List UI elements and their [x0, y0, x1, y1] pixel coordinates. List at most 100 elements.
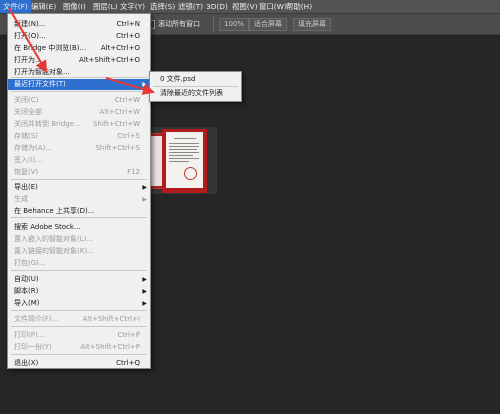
menu-item-label: 关闭并转到 Bridge... — [14, 120, 81, 128]
file-menu-item-21[interactable]: 脚本(R) ▶ — [8, 286, 150, 297]
menu-item-shortcut: Ctrl+P — [117, 331, 140, 339]
file-menu-item-14[interactable]: 生成 ▶ — [8, 194, 150, 205]
fit-screen-button[interactable]: 适合屏幕 — [249, 18, 287, 31]
file-menu-item-16[interactable]: 搜索 Adobe Stock... — [8, 222, 150, 233]
file-menu-item-1[interactable]: 打开(O)... Ctrl+O — [8, 31, 150, 42]
menu-separator — [11, 326, 147, 327]
menu-item-shortcut: Ctrl+W — [114, 96, 140, 104]
menu-item-label: 退出(X) — [14, 359, 39, 367]
menu-item-label: 打包(G)... — [14, 259, 46, 267]
menu-separator — [11, 91, 147, 92]
recent-file-item[interactable]: 0 文件.psd — [150, 74, 241, 85]
zoom-100-button[interactable]: 100% — [219, 18, 250, 31]
submenu-arrow-icon: ▶ — [142, 184, 147, 191]
file-menu-item-19[interactable]: 打包(G)... — [8, 258, 150, 269]
file-menu: 新建(N)... Ctrl+N 打开(O)... Ctrl+O 在 Bridge 中浏览… — [7, 13, 151, 369]
menu-item-label: 导出(E) — [14, 183, 38, 191]
file-menu-item-22[interactable]: 导入(M) ▶ — [8, 298, 150, 309]
file-menu-item-25[interactable]: 打印一份(Y) Alt+Shift+Ctrl+P — [8, 342, 150, 353]
file-menu-item-10[interactable]: 存储为(A)... Shift+Ctrl+S — [8, 143, 150, 154]
submenu-arrow-icon: ▶ — [142, 288, 147, 295]
menu-item-shortcut: Ctrl+O — [116, 32, 140, 40]
menu-1[interactable]: 编辑(E) — [28, 0, 59, 13]
menu-separator — [11, 310, 147, 311]
menu-item-shortcut: Shift+Ctrl+W — [92, 120, 140, 128]
file-menu-item-4[interactable]: 打开为智能对象... — [8, 67, 150, 78]
menu-item-shortcut: F12 — [127, 168, 140, 176]
menu-item-shortcut: Alt+Shift+Ctrl+P — [80, 343, 140, 351]
menu-item-shortcut: Ctrl+Q — [116, 359, 140, 367]
submenu-arrow-icon: ▶ — [142, 196, 147, 203]
menu-item-label: 0 文件.psd — [160, 75, 196, 83]
menu-item-label: 最近打开文件(T) — [14, 80, 66, 88]
menu-item-label: 存储为(A)... — [14, 144, 52, 152]
recent-files-submenu: 0 文件.psd 清除最近的文件列表 — [149, 71, 242, 102]
menu-separator — [153, 86, 238, 87]
menu-5[interactable]: 选择(S) — [147, 0, 178, 13]
menu-item-label: 导入(M) — [14, 299, 40, 307]
menu-0[interactable]: 文件(F) — [0, 0, 31, 13]
menu-item-label: 恢复(V) — [14, 168, 39, 176]
menu-item-label: 打开为智能对象... — [14, 68, 70, 76]
menu-item-label: 新建(N)... — [14, 20, 46, 28]
document-image — [162, 129, 207, 193]
menu-item-label: 打开(O)... — [14, 32, 46, 40]
file-menu-item-11[interactable]: 签入(I)... — [8, 155, 150, 166]
red-stamp-icon — [184, 167, 197, 180]
menu-item-shortcut: Alt+Ctrl+W — [99, 108, 140, 116]
menu-separator — [11, 270, 147, 271]
menu-6[interactable]: 滤镜(T) — [175, 0, 206, 13]
menu-item-shortcut: Alt+Shift+Ctrl+I — [82, 315, 140, 323]
menu-item-label: 脚本(R) — [14, 287, 39, 295]
menu-item-label: 置入链接的智能对象(K)... — [14, 247, 94, 255]
file-menu-item-24[interactable]: 打印(P)... Ctrl+P — [8, 330, 150, 341]
file-menu-item-26[interactable]: 退出(X) Ctrl+Q — [8, 358, 150, 369]
scroll-all-windows-label: 滚动所有窗口 — [158, 20, 200, 28]
menu-item-label: 生成 — [14, 195, 28, 203]
file-menu-item-13[interactable]: 导出(E) ▶ — [8, 182, 150, 193]
file-menu-item-3[interactable]: 打开为... Alt+Shift+Ctrl+O — [8, 55, 150, 66]
submenu-arrow-icon: ▶ — [142, 300, 147, 307]
menu-item-shortcut: Shift+Ctrl+S — [95, 144, 140, 152]
file-menu-item-12[interactable]: 恢复(V) F12 — [8, 167, 150, 178]
file-menu-item-20[interactable]: 自动(U) ▶ — [8, 274, 150, 285]
menu-item-label: 置入嵌入的智能对象(L)... — [14, 235, 94, 243]
menu-separator — [11, 217, 147, 218]
menu-item-label: 存储(S) — [14, 132, 38, 140]
menu-4[interactable]: 文字(Y) — [117, 0, 148, 13]
menu-item-label: 自动(U) — [14, 275, 39, 283]
menu-item-label: 打印(P)... — [14, 331, 45, 339]
menu-item-label: 关闭全部 — [14, 108, 42, 116]
submenu-arrow-icon: ▶ — [142, 81, 147, 88]
file-menu-item-15[interactable]: 在 Behance 上共享(D)... — [8, 206, 150, 217]
fill-screen-button[interactable]: 填充屏幕 — [293, 18, 331, 31]
file-menu-item-18[interactable]: 置入链接的智能对象(K)... — [8, 246, 150, 257]
menu-item-shortcut: Ctrl+S — [117, 132, 140, 140]
menu-item-shortcut: Ctrl+N — [116, 20, 140, 28]
menu-item-label: 打印一份(Y) — [14, 343, 52, 351]
menu-item-label: 搜索 Adobe Stock... — [14, 223, 81, 231]
menu-item-label: 文件简介(F)... — [14, 315, 59, 323]
menu-item-label: 在 Behance 上共享(D)... — [14, 207, 95, 215]
file-menu-item-17[interactable]: 置入嵌入的智能对象(L)... — [8, 234, 150, 245]
menu-10[interactable]: 帮助(H) — [283, 0, 315, 13]
file-menu-item-9[interactable]: 存储(S) Ctrl+S — [8, 131, 150, 142]
menu-7[interactable]: 3D(D) — [203, 0, 231, 13]
file-menu-item-6[interactable]: 关闭(C) Ctrl+W — [8, 95, 150, 106]
clear-recent-files-item[interactable]: 清除最近的文件列表 — [150, 88, 241, 99]
menu-item-shortcut: Alt+Shift+Ctrl+O — [79, 56, 140, 64]
options-separator — [213, 17, 214, 31]
menu-item-label: 打开为... — [14, 56, 42, 64]
file-menu-item-0[interactable]: 新建(N)... Ctrl+N — [8, 19, 150, 30]
submenu-arrow-icon: ▶ — [142, 276, 147, 283]
menu-2[interactable]: 图像(I) — [60, 0, 89, 13]
file-menu-item-5[interactable]: 最近打开文件(T) ▶ — [8, 79, 150, 90]
menu-separator — [11, 354, 147, 355]
menu-item-label: 清除最近的文件列表 — [160, 89, 223, 97]
file-menu-item-8[interactable]: 关闭并转到 Bridge... Shift+Ctrl+W — [8, 119, 150, 130]
file-menu-item-7[interactable]: 关闭全部 Alt+Ctrl+W — [8, 107, 150, 118]
menu-bar: 文件(F) 编辑(E) 图像(I) 图层(L) 文字(Y) 选择(S) 滤镜(T) 3D(D)… — [0, 0, 500, 14]
file-menu-item-2[interactable]: 在 Bridge 中浏览(B)... Alt+Ctrl+O — [8, 43, 150, 54]
menu-item-label: 在 Bridge 中浏览(B)... — [14, 44, 87, 52]
file-menu-item-23[interactable]: 文件简介(F)... Alt+Shift+Ctrl+I — [8, 314, 150, 325]
